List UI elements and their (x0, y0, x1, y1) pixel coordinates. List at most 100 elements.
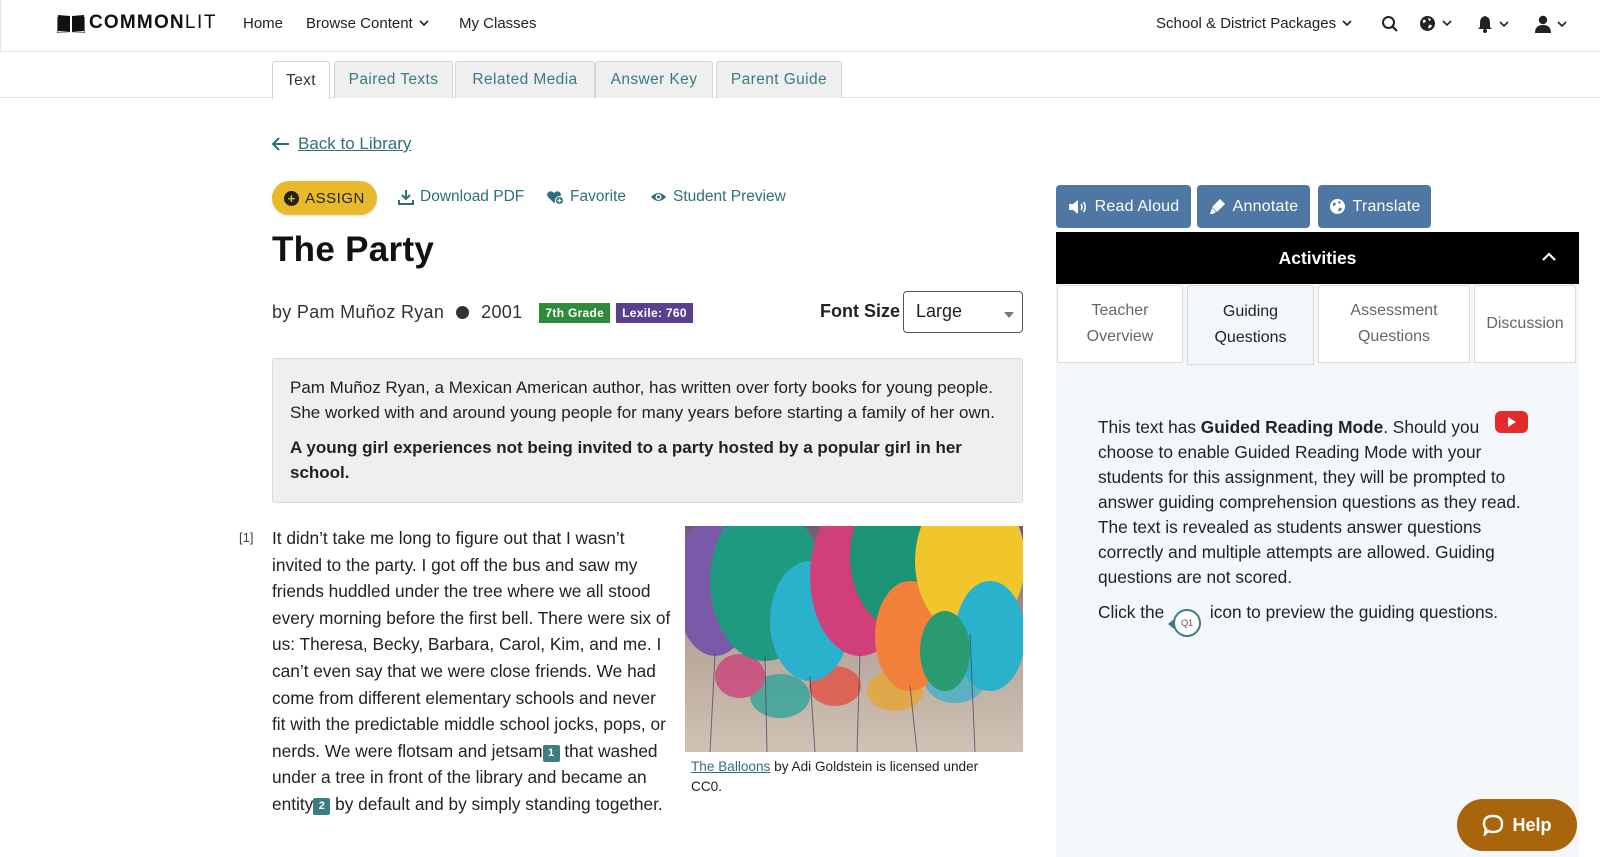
question-marker-icon: Q1 (1168, 609, 1202, 637)
chevron-down-icon (1557, 20, 1567, 27)
tab-related-media[interactable]: Related Media (455, 61, 595, 98)
favorite-label: Favorite (570, 188, 626, 205)
student-preview-label: Student Preview (673, 188, 786, 205)
image-caption: The Balloons by Adi Goldstein is license… (691, 757, 1011, 797)
download-icon (398, 190, 414, 205)
chevron-up-icon (1542, 252, 1556, 261)
tab-label-line1: Guiding (1222, 303, 1279, 320)
speaker-icon (1068, 199, 1086, 214)
highlighter-icon (1209, 199, 1225, 214)
chevron-down-icon (1342, 20, 1352, 27)
click-text-post: icon to preview the guiding questions. (1205, 602, 1499, 622)
nav-packages[interactable]: School & District Packages (1156, 15, 1352, 32)
translate-button[interactable]: Translate (1318, 185, 1431, 228)
download-pdf-label: Download PDF (420, 188, 525, 205)
arrow-left-icon (272, 137, 289, 151)
activities-header[interactable]: Activities (1056, 232, 1579, 284)
tab-parent-guide-label: Parent Guide (730, 71, 828, 88)
tab-label-line2: Overview (1086, 328, 1154, 345)
balloons-illustration (685, 526, 1023, 752)
tab-answer-key-label: Answer Key (610, 71, 698, 88)
click-text-pre: Click the (1098, 602, 1170, 622)
nav-my-classes-label: My Classes (459, 15, 537, 32)
tab-label-line2: Questions (1214, 329, 1287, 346)
gq-text-post: . Should you choose to enable Guided Rea… (1098, 417, 1521, 587)
tab-label-line2: Questions (1357, 328, 1431, 345)
student-preview-button[interactable]: Student Preview (650, 188, 786, 206)
passage-text-3: by default and by simply standing togeth… (330, 793, 663, 814)
tab-label-line1: Assessment (1350, 302, 1438, 319)
search-icon (1382, 16, 1398, 32)
gq-text-pre: This text has (1098, 417, 1201, 437)
assign-button[interactable]: + ASSIGN (272, 181, 377, 215)
chevron-down-icon (419, 20, 429, 27)
separator-dot (456, 306, 470, 319)
font-size-select[interactable]: Large (903, 291, 1023, 333)
language-menu[interactable] (1419, 15, 1452, 32)
tab-related-media-label: Related Media (472, 71, 578, 88)
byline: by Pam Muñoz Ryan 2001 7th Grade Lexile:… (272, 302, 693, 323)
user-menu[interactable] (1535, 15, 1567, 33)
tab-teacher-overview[interactable]: Teacher Overview (1057, 285, 1183, 363)
tab-paired-texts[interactable]: Paired Texts (334, 61, 453, 98)
passage-text-1: It didn’t take me long to figure out tha… (272, 528, 671, 761)
activities-title: Activities (1278, 247, 1357, 268)
book-icon (57, 15, 85, 33)
nav-home-label: Home (243, 15, 284, 32)
notifications-menu[interactable] (1477, 15, 1509, 33)
gq-text-bold: Guided Reading Mode (1200, 417, 1384, 437)
author-bio: Pam Muñoz Ryan, a Mexican American autho… (290, 378, 995, 422)
guided-reading-description: This text has Guided Reading Mode. Shoul… (1098, 415, 1528, 590)
nav-home[interactable]: Home (243, 15, 283, 32)
footnote-2[interactable]: 2 (313, 797, 331, 815)
translate-label: Translate (1352, 197, 1421, 215)
chevron-down-icon (1442, 20, 1452, 27)
tab-text-label: Text (285, 71, 317, 89)
font-size-value: Large (916, 301, 963, 321)
nav-browse-content[interactable]: Browse Content (306, 15, 429, 32)
footnote-1[interactable]: 1 (542, 744, 560, 762)
logo-text-bold: COMMON (89, 12, 185, 33)
nav-browse-label: Browse Content (306, 15, 413, 32)
tab-parent-guide[interactable]: Parent Guide (716, 61, 842, 98)
top-navigation: COMMON LIT Home Browse Content My Classes… (0, 0, 1600, 52)
help-button[interactable]: Help (1457, 799, 1577, 851)
publication-year: 2001 (481, 302, 523, 322)
paragraph-number: [1] (239, 530, 254, 545)
chat-bubble-icon (1483, 814, 1504, 836)
globe-icon (1329, 199, 1345, 214)
globe-icon (1420, 16, 1435, 31)
help-label: Help (1512, 814, 1552, 835)
read-aloud-label: Read Aloud (1094, 197, 1180, 215)
tab-paired-texts-label: Paired Texts (348, 71, 439, 88)
read-aloud-button[interactable]: Read Aloud (1056, 185, 1191, 228)
guiding-questions-info: This text has Guided Reading Mode. Shoul… (1098, 415, 1528, 637)
tab-answer-key[interactable]: Answer Key (595, 61, 713, 98)
plus-circle-icon: + (284, 190, 300, 206)
download-pdf-button[interactable]: Download PDF (398, 188, 524, 206)
favorite-button[interactable]: Favorite (546, 188, 626, 206)
nav-my-classes[interactable]: My Classes (459, 15, 537, 32)
caret-down-icon (1004, 312, 1014, 318)
tab-guiding-questions[interactable]: Guiding Questions (1187, 285, 1314, 365)
annotate-label: Annotate (1232, 197, 1299, 215)
search-button[interactable] (1381, 15, 1399, 33)
text-title: The Party (272, 230, 435, 269)
image-source-link[interactable]: The Balloons (691, 759, 770, 774)
tab-text[interactable]: Text (272, 61, 330, 99)
tab-assessment-questions[interactable]: Assessment Questions (1318, 285, 1470, 363)
commonlit-logo[interactable]: COMMON LIT (57, 12, 217, 34)
content-tabs: Text Paired Texts Related Media Answer K… (0, 52, 1600, 99)
back-to-library-link[interactable]: Back to Library (272, 134, 411, 154)
eye-icon (651, 193, 666, 201)
text-summary: A young girl experiences not being invit… (290, 438, 962, 482)
back-to-library-label: Back to Library (298, 134, 412, 153)
annotate-button[interactable]: Annotate (1197, 185, 1310, 228)
font-size-label: Font Size (820, 301, 900, 321)
nav-packages-label: School & District Packages (1156, 15, 1337, 32)
balloons-image (685, 526, 1023, 752)
tab-discussion[interactable]: Discussion (1474, 285, 1576, 363)
author: by Pam Muñoz Ryan (272, 302, 445, 322)
passage-paragraph: It didn’t take me long to figure out tha… (272, 525, 672, 818)
preview-instructions: Click the Q1 icon to preview the guiding… (1098, 600, 1528, 637)
